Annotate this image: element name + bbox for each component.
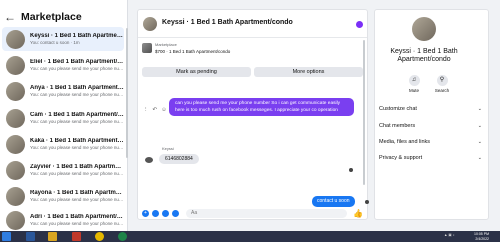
avatar (6, 160, 25, 180)
sidebar-scrollbar[interactable] (126, 28, 128, 158)
mute-button[interactable]: ♫ Mute (402, 75, 426, 93)
privacy-support-row[interactable]: Privacy & support ⌄ (379, 155, 482, 161)
mark-as-pending-button[interactable]: Mark as pending (142, 67, 251, 77)
clock-date: 2/4/2022 (475, 236, 489, 241)
conversation-item[interactable]: Cam · 1 Bed 1 Bath Apartment/co... You: … (2, 106, 124, 130)
conversation-preview: You: contact u soon · 1m (30, 40, 80, 45)
conversation-name: Anya · 1 Bed 1 Bath Apartment/co... (30, 85, 124, 91)
conversation-preview: You: can you please send me your phone n… (30, 145, 124, 150)
mute-label: Mute (408, 88, 419, 93)
taskbar-clock[interactable]: 10:05 PM 2/4/2022 (474, 232, 489, 241)
search-icon: ⚲ (436, 75, 448, 86)
info-name: Keyssi · 1 Bed 1 Bath Apartment/condo (390, 48, 458, 63)
conversation-item[interactable]: Anya · 1 Bed 1 Bath Apartment/co... You:… (2, 79, 124, 103)
bell-icon: ♫ (408, 75, 420, 86)
chat-scrollbar[interactable] (363, 40, 365, 185)
conversation-preview: You: can you please send me your phone n… (30, 171, 124, 176)
row-label: Customize chat (379, 106, 417, 112)
chat-members-row[interactable]: Chat members ⌄ (379, 123, 482, 129)
avatar (6, 81, 25, 101)
sidebar-title: Marketplace (21, 11, 82, 23)
avatar (6, 55, 25, 75)
listing-label: Marketplace (155, 42, 177, 47)
seen-indicator (365, 200, 369, 204)
avatar (6, 108, 25, 128)
sticker-icon[interactable] (162, 210, 169, 217)
chevron-down-icon: ⌄ (477, 155, 482, 161)
incoming-message[interactable]: 6146802884 (159, 154, 199, 164)
more-options-button[interactable]: More options (254, 67, 363, 77)
conversation-item[interactable]: Keyssi · 1 Bed 1 Bath Apartment/condo Yo… (2, 27, 124, 51)
app-icon[interactable] (72, 232, 81, 241)
row-label: Chat members (379, 123, 416, 129)
conversation-name: Eliel · 1 Bed 1 Bath Apartment/condo (30, 59, 124, 65)
conversation-item[interactable]: Adri · 1 Bed 1 Bath Apartment/co... You:… (2, 208, 124, 232)
chat-panel: Keyssi · 1 Bed 1 Bath Apartment/condo Ma… (137, 9, 369, 220)
sidebar-header: ← Marketplace (4, 11, 82, 23)
outgoing-message[interactable]: contact u soon (312, 196, 355, 207)
conversation-name: Keyssi · 1 Bed 1 Bath Apartment/condo (30, 33, 124, 39)
chrome-icon[interactable] (95, 232, 104, 241)
avatar[interactable] (412, 17, 436, 41)
media-files-links-row[interactable]: Media, files and links ⌄ (379, 139, 482, 145)
reply-icon[interactable]: ↶ (153, 107, 158, 113)
search-label: Search (434, 88, 450, 93)
conversation-preview: You: can you please send me your phone n… (30, 221, 124, 226)
conversation-name: Cam · 1 Bed 1 Bath Apartment/co... (30, 112, 124, 118)
browser-icon[interactable] (118, 232, 127, 241)
windows-start-icon[interactable] (2, 232, 11, 241)
conversation-name: Adri · 1 Bed 1 Bath Apartment/co... (30, 214, 124, 220)
listing-thumbnail (142, 43, 152, 53)
sender-name: Keyssi (162, 146, 174, 151)
avatar (6, 186, 25, 206)
conversation-item[interactable]: Kaka · 1 Bed 1 Bath Apartment/co... You:… (2, 132, 124, 156)
conversation-preview: You: can you please send me your phone n… (30, 197, 124, 202)
image-icon[interactable] (152, 210, 159, 217)
message-input[interactable]: Aa (186, 209, 347, 218)
conversation-preview: You: can you please send me your phone n… (30, 66, 124, 71)
plus-icon[interactable]: + (142, 210, 149, 217)
customize-chat-row[interactable]: Customize chat ⌄ (379, 106, 482, 112)
arrow-left-icon[interactable]: ← (4, 11, 16, 23)
chevron-down-icon: ⌄ (477, 139, 482, 145)
conversation-preview: You: can you please send me your phone n… (30, 119, 124, 124)
outgoing-message[interactable]: can you please send me your phone number… (169, 98, 354, 116)
avatar[interactable] (143, 17, 157, 31)
file-explorer-icon[interactable] (48, 232, 57, 241)
listing-card[interactable]: Marketplace $700 · 1 Bed 1 Bath Apartmen… (142, 41, 230, 55)
listing-price-title: $700 · 1 Bed 1 Bath Apartment/condo (155, 49, 231, 54)
marketplace-sidebar: ← Marketplace Keyssi · 1 Bed 1 Bath Apar… (0, 0, 128, 231)
conversation-name: Kaka · 1 Bed 1 Bath Apartment/co... (30, 138, 124, 144)
conversation-name: Rayona · 1 Bed 1 Bath Apartment/... (30, 190, 124, 196)
gif-icon[interactable] (172, 210, 179, 217)
conversation-item[interactable]: Rayona · 1 Bed 1 Bath Apartment/... You:… (2, 184, 124, 208)
system-tray[interactable]: ▲ ▣ ♪ (444, 233, 454, 237)
avatar (6, 134, 25, 154)
message-tools: ⋮ ↶ ☺ (143, 107, 167, 113)
chevron-down-icon: ⌄ (477, 106, 482, 112)
chevron-down-icon: ⌄ (477, 123, 482, 129)
more-vertical-icon[interactable]: ⋮ (143, 107, 149, 113)
clock-time: 10:05 PM (474, 232, 489, 236)
chat-header: Keyssi · 1 Bed 1 Bath Apartment/condo (138, 10, 367, 38)
avatar (6, 210, 25, 230)
search-button[interactable]: ⚲ Search (430, 75, 454, 93)
conversation-preview: You: can you please send me your phone n… (30, 92, 124, 97)
windows-taskbar: ▲ ▣ ♪ 10:05 PM 2/4/2022 (0, 231, 500, 242)
react-icon[interactable]: ☺ (161, 107, 167, 113)
row-label: Privacy & support (379, 155, 423, 161)
conversation-info-panel: Keyssi · 1 Bed 1 Bath Apartment/condo ♫ … (374, 9, 489, 220)
conversation-item[interactable]: Zayvier · 1 Bed 1 Bath Apartment/... You… (2, 158, 124, 182)
conversation-name: Zayvier · 1 Bed 1 Bath Apartment/... (30, 164, 124, 170)
thumbs-up-icon[interactable]: 👍 (353, 209, 363, 218)
compose-bar: + Aa 👍 (138, 208, 367, 220)
seen-indicator (349, 168, 353, 172)
conversation-item[interactable]: Eliel · 1 Bed 1 Bath Apartment/condo You… (2, 53, 124, 77)
avatar (145, 157, 153, 163)
word-icon[interactable] (26, 232, 35, 241)
avatar (6, 29, 25, 49)
chat-title[interactable]: Keyssi · 1 Bed 1 Bath Apartment/condo (162, 19, 293, 26)
info-icon[interactable] (356, 21, 363, 28)
row-label: Media, files and links (379, 139, 431, 145)
